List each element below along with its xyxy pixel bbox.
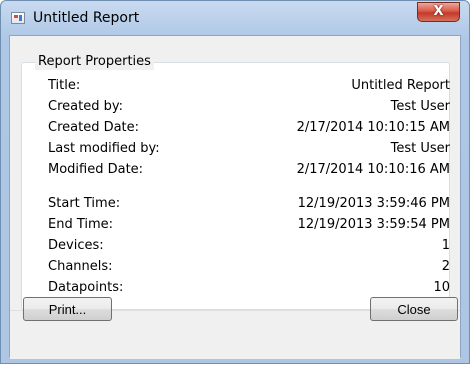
window-title: Untitled Report [33,10,140,26]
property-value: Untitled Report [351,78,450,93]
property-value: 12/19/2013 3:59:54 PM [297,217,450,232]
window-close-button[interactable]: X [417,2,460,22]
property-label: Datapoints: [48,280,124,295]
report-icon [11,12,25,24]
property-row-channels: Channels: 2 [48,257,450,277]
property-row-datapoints: Datapoints: 10 [48,278,450,298]
property-value: 2 [441,259,450,274]
property-value: 12/19/2013 3:59:46 PM [297,196,450,211]
property-value: Test User [390,141,450,156]
property-label: Devices: [48,238,104,253]
property-label: Created Date: [48,120,140,135]
property-label: Modified Date: [48,162,144,177]
property-row-title: Title: Untitled Report [48,76,450,96]
print-button[interactable]: Print... [23,297,112,321]
property-value: 10 [433,280,450,295]
report-properties-label: Report Properties [35,54,154,70]
property-row-created-date: Created Date: 2/17/2014 10:10:15 AM [48,118,450,138]
property-row-start-time: Start Time: 12/19/2013 3:59:46 PM [48,194,450,214]
property-row-end-time: End Time: 12/19/2013 3:59:54 PM [48,215,450,235]
property-label: Title: [48,78,81,93]
property-row-modified-date: Modified Date: 2/17/2014 10:10:16 AM [48,160,450,180]
close-icon: X [433,4,444,19]
property-value: Test User [390,99,450,114]
report-window: Untitled Report X Report Properties Titl… [0,0,470,364]
title-bar[interactable]: Untitled Report X [1,1,469,35]
property-row-created-by: Created by: Test User [48,97,450,117]
property-row-last-modified-by: Last modified by: Test User [48,139,450,159]
close-button[interactable]: Close [370,297,458,321]
property-label: Channels: [48,259,113,274]
property-value: 1 [441,238,450,253]
property-label: Start Time: [48,196,121,211]
property-label: Last modified by: [48,141,160,156]
property-value: 2/17/2014 10:10:16 AM [296,162,450,177]
property-row-devices: Devices: 1 [48,236,450,256]
property-label: End Time: [48,217,114,232]
property-label: Created by: [48,99,123,114]
property-value: 2/17/2014 10:10:15 AM [296,120,450,135]
